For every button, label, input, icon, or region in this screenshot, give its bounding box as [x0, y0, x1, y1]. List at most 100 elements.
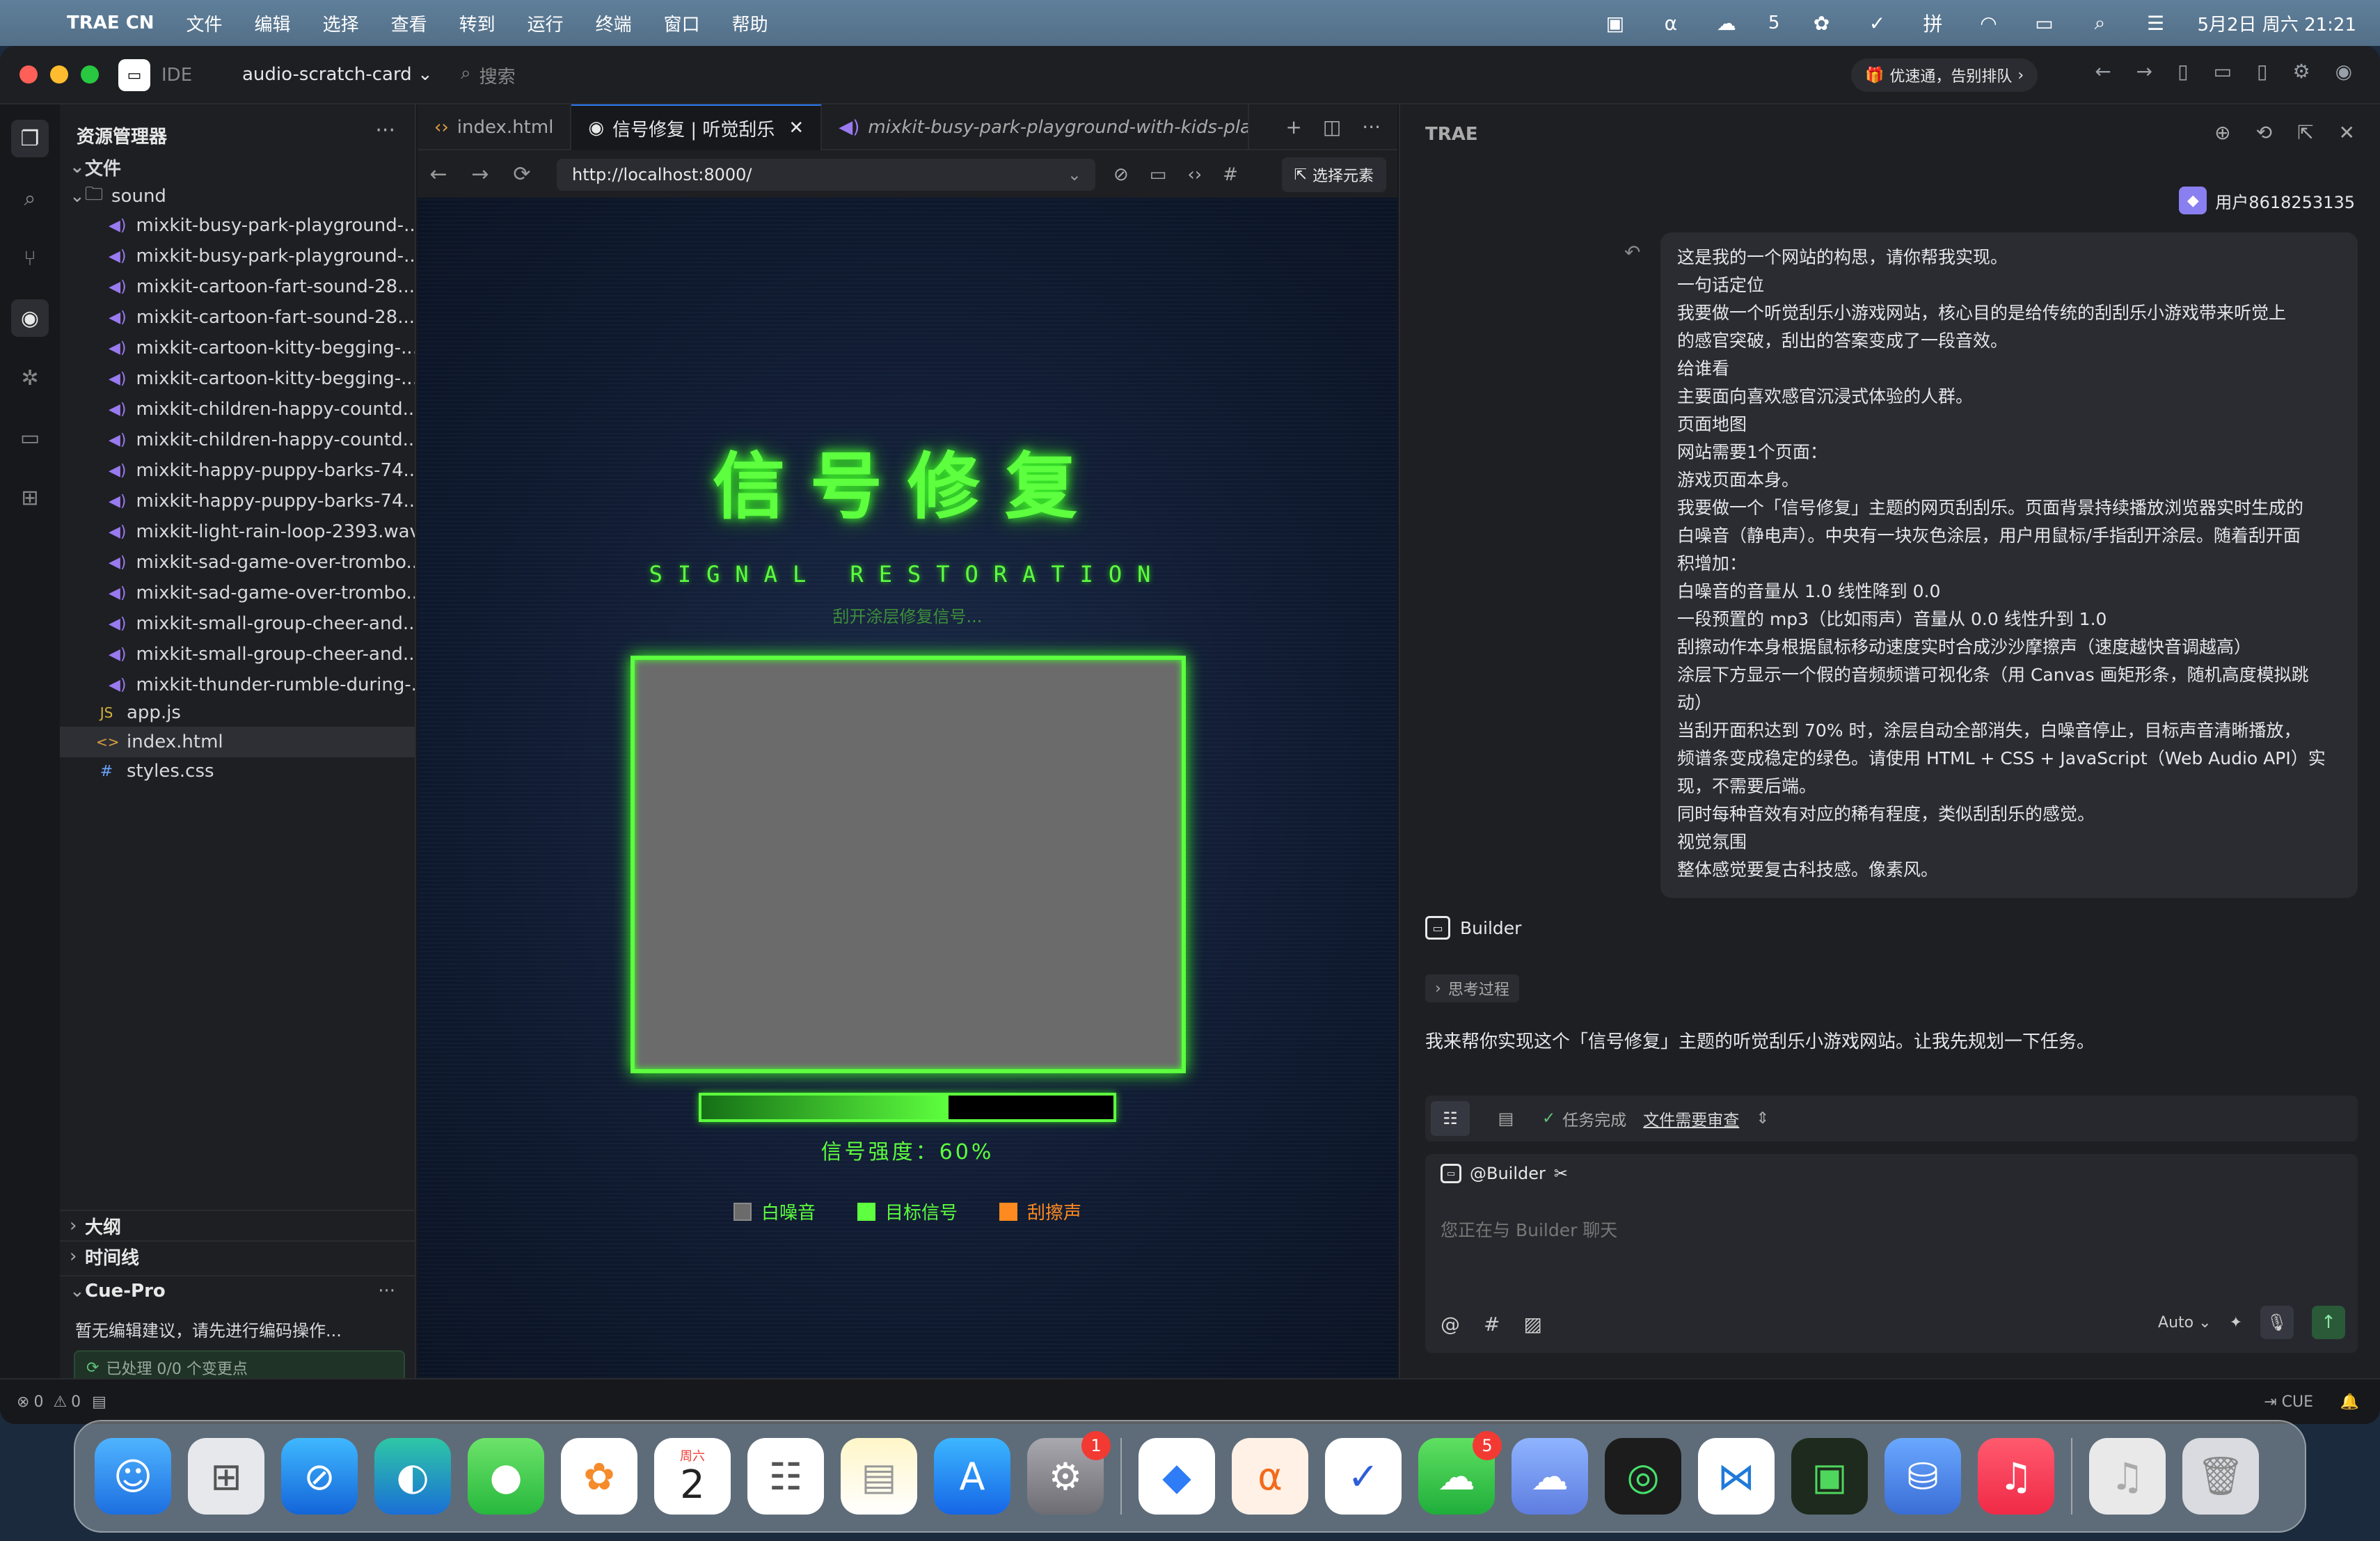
- search-box[interactable]: ⌕ 搜索: [461, 63, 516, 88]
- reload-icon[interactable]: ⟳: [501, 162, 543, 187]
- scratch-canvas[interactable]: [630, 656, 1186, 1073]
- battery-icon[interactable]: ▭: [2030, 12, 2058, 35]
- tree-file-sound[interactable]: ◀) mixkit-cartoon-kitty-begging-...: [60, 333, 415, 363]
- expand-icon[interactable]: ⇕: [1756, 1109, 1769, 1128]
- tab-preview[interactable]: ◉ 信号修复 | 听觉刮乐 ✕: [571, 104, 823, 150]
- tree-file-sound[interactable]: ◀) mixkit-cartoon-fart-sound-28...: [60, 302, 415, 333]
- thinking-process-toggle[interactable]: › 思考过程: [1425, 974, 1519, 1002]
- source-control-icon[interactable]: ⑂: [11, 239, 49, 277]
- more-icon[interactable]: ···: [1362, 116, 1381, 139]
- ide-mode-switch[interactable]: ▭ IDE: [118, 57, 192, 93]
- screen-icon[interactable]: ▣: [1601, 12, 1629, 35]
- menu-go[interactable]: 转到: [459, 10, 495, 36]
- undo-icon[interactable]: ↶: [1624, 241, 1640, 264]
- preview-eye-icon[interactable]: ◉: [11, 299, 49, 337]
- more-icon[interactable]: ···: [378, 1281, 395, 1302]
- timeline-section[interactable]: › 时间线: [60, 1240, 415, 1271]
- account-icon[interactable]: ◉: [2335, 60, 2352, 83]
- tree-file-sound[interactable]: ◀) mixkit-sad-game-over-trombo...: [60, 547, 415, 578]
- tree-file-sound[interactable]: ◀) mixkit-thunder-rumble-during-...: [60, 670, 415, 700]
- menu-file[interactable]: 文件: [187, 10, 223, 36]
- menu-run[interactable]: 运行: [527, 10, 564, 36]
- music-icon[interactable]: ♫: [1978, 1438, 2054, 1515]
- explorer-icon[interactable]: ❐: [11, 120, 49, 157]
- calendar-icon[interactable]: 周六 2: [654, 1438, 731, 1515]
- select-element-button[interactable]: ⇱ 选择元素: [1281, 157, 1386, 192]
- cue-indicator[interactable]: ⇥ CUE: [2264, 1393, 2313, 1411]
- promo-badge[interactable]: 🎁 优速通，告别排队 ›: [1851, 58, 2038, 92]
- tab-index-html[interactable]: ‹› index.html: [418, 104, 572, 150]
- menu-help[interactable]: 帮助: [732, 10, 768, 36]
- sparkle-icon[interactable]: ✦: [2230, 1314, 2242, 1331]
- app-store-icon[interactable]: A: [934, 1438, 1010, 1515]
- more-icon[interactable]: ···: [375, 118, 395, 143]
- minimize-window-button[interactable]: [50, 65, 68, 84]
- cloud-pro-icon[interactable]: ☁: [1512, 1438, 1588, 1515]
- url-input[interactable]: http://localhost:8000/ ⌄: [557, 159, 1095, 191]
- task-list-icon[interactable]: ☷: [1431, 1101, 1470, 1136]
- tab-audio-file[interactable]: ◀) mixkit-busy-park-playground-with-kids…: [822, 104, 1250, 150]
- mention-icon[interactable]: @: [1441, 1313, 1460, 1336]
- remote-icon[interactable]: ▭: [11, 419, 49, 457]
- forward-arrow-icon[interactable]: →: [2136, 60, 2152, 83]
- warning-count[interactable]: 0: [71, 1393, 81, 1411]
- messages-icon[interactable]: ●: [468, 1438, 544, 1515]
- alpha-app-icon[interactable]: α: [1232, 1438, 1308, 1515]
- cue-pro-section[interactable]: ⌄ Cue-Pro ···: [60, 1275, 415, 1306]
- chatgpt-icon[interactable]: ◎: [1605, 1438, 1681, 1515]
- feishu-icon[interactable]: ✓: [1325, 1438, 1402, 1515]
- database-icon[interactable]: ⛁: [1885, 1438, 1961, 1515]
- tree-folder-sound[interactable]: ⌄ 🗀 sound: [60, 181, 415, 212]
- menu-window[interactable]: 窗口: [664, 10, 700, 36]
- vscode-icon[interactable]: ⋈: [1698, 1438, 1775, 1515]
- maximize-window-button[interactable]: [81, 65, 99, 84]
- control-center-icon[interactable]: ☰: [2141, 12, 2169, 35]
- lark-icon[interactable]: ◆: [1139, 1438, 1215, 1515]
- extensions-icon[interactable]: ⊞: [11, 479, 49, 516]
- finder-icon[interactable]: ☺: [95, 1438, 171, 1515]
- model-selector[interactable]: Auto ⌄: [2158, 1314, 2212, 1331]
- search-files-icon[interactable]: ⌕: [11, 180, 49, 217]
- code-icon[interactable]: ‹›: [1187, 164, 1202, 185]
- document-icon[interactable]: ▤: [1486, 1101, 1525, 1136]
- photos-icon[interactable]: ✿: [561, 1438, 637, 1515]
- menu-app-name[interactable]: TRAE CN: [67, 13, 154, 33]
- toggle-panel-icon[interactable]: ▭: [2214, 60, 2232, 83]
- tree-file-sound[interactable]: ◀) mixkit-happy-puppy-barks-74...: [60, 455, 415, 486]
- trae-icon[interactable]: ▣: [1791, 1438, 1868, 1515]
- tree-file-sound[interactable]: ◀) mixkit-children-happy-countd...: [60, 425, 415, 455]
- tools-icon[interactable]: ✂: [1554, 1164, 1568, 1183]
- settings-gear-icon[interactable]: ⚙: [2292, 60, 2310, 83]
- pop-out-icon[interactable]: ⇱: [2297, 121, 2313, 144]
- menu-view[interactable]: 查看: [391, 10, 427, 36]
- tree-file-styles-css[interactable]: # styles.css: [60, 756, 415, 787]
- bird-icon[interactable]: ✓: [1863, 12, 1891, 35]
- outline-section[interactable]: › 大纲: [60, 1210, 415, 1240]
- notes-icon[interactable]: ▤: [841, 1438, 917, 1515]
- agent-mention[interactable]: ▭ @Builder ✂: [1441, 1164, 1568, 1183]
- send-button[interactable]: ↑: [2312, 1306, 2345, 1339]
- launchpad-icon[interactable]: ⊞: [188, 1438, 264, 1515]
- project-selector[interactable]: audio-scratch-card ⌄: [242, 64, 433, 85]
- device-icon[interactable]: ▭: [1150, 164, 1167, 185]
- hash-icon[interactable]: #: [1223, 164, 1238, 185]
- menu-terminal[interactable]: 终端: [596, 10, 632, 36]
- new-tab-icon[interactable]: +: [1285, 116, 1301, 139]
- history-icon[interactable]: ⟲: [2256, 121, 2272, 144]
- microphone-icon[interactable]: 🎙: [2260, 1306, 2294, 1339]
- alpha-icon[interactable]: α: [1657, 12, 1685, 35]
- toggle-right-panel-icon[interactable]: ▯: [2257, 60, 2267, 83]
- back-arrow-icon[interactable]: ←: [2095, 60, 2111, 83]
- tree-file-sound[interactable]: ◀) mixkit-busy-park-playground-...: [60, 210, 415, 241]
- image-icon[interactable]: ▨: [1523, 1313, 1541, 1336]
- tree-file-sound[interactable]: ◀) mixkit-small-group-cheer-and...: [60, 608, 415, 639]
- debug-icon[interactable]: ✲: [11, 359, 49, 397]
- tree-file-sound[interactable]: ◀) mixkit-cartoon-fart-sound-28...: [60, 271, 415, 302]
- error-count[interactable]: 0: [33, 1393, 43, 1411]
- menu-edit[interactable]: 编辑: [255, 10, 291, 36]
- tree-file-app-js[interactable]: JS app.js: [60, 697, 415, 728]
- audio-file-icon[interactable]: ♫: [2089, 1438, 2166, 1515]
- system-settings-icon[interactable]: ⚙ 1: [1027, 1431, 1111, 1515]
- edge-icon[interactable]: ◐: [374, 1438, 451, 1515]
- wifi-icon[interactable]: ◠: [1974, 12, 2002, 35]
